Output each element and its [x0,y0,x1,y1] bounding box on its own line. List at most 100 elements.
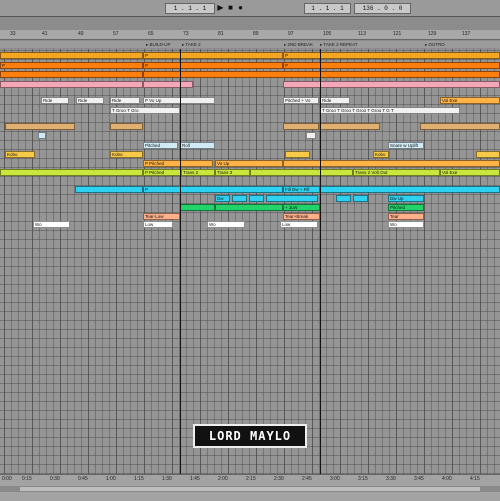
clip-orange-row[interactable] [0,71,143,78]
clip-lime[interactable] [0,169,143,176]
ruler-number: 105 [323,31,332,37]
clip-cyan-small[interactable] [353,195,368,202]
clip[interactable]: Ride [76,97,104,104]
locator[interactable]: ▸ BUILD-UP [146,41,171,48]
clip-cyan-small[interactable] [266,195,318,202]
clip-lime[interactable] [250,169,353,176]
clip-orange-row[interactable] [143,71,500,78]
time-label: 1:45 [190,476,200,482]
clip[interactable]: T Groo T Gro [110,107,180,114]
clip[interactable]: Kobo [373,151,389,158]
clip[interactable]: + JLW [283,204,320,211]
clip-cyan[interactable] [75,186,143,193]
clip-tan[interactable] [5,123,75,130]
clip[interactable] [0,52,143,59]
clip[interactable]: Roll [180,142,215,149]
locator[interactable]: ▸ TAKE 2 [182,41,201,48]
clip-tan[interactable] [110,123,143,130]
clip[interactable]: Tear [388,213,424,220]
clip-pink[interactable] [0,81,143,88]
clip-pink[interactable] [143,81,193,88]
horizontal-scrollbar[interactable] [0,486,500,492]
clip[interactable]: Vol Exe [440,97,500,104]
clip[interactable]: P Vo Up [143,97,215,104]
clip[interactable]: Ride [320,97,350,104]
track-separator [0,419,500,420]
scrollbar-thumb[interactable] [20,487,480,491]
clip[interactable]: Kobo [5,151,35,158]
arrangement-position-field[interactable]: 1 . 1 . 1 [165,3,215,14]
clip[interactable]: P [283,52,500,59]
clip[interactable]: Wo [33,221,70,228]
play-icon[interactable]: ▶ [216,3,225,12]
clip[interactable]: T Groo T Groo T Groo T Groo T G T [320,107,460,114]
locator[interactable]: ▸ TAKE 2 REPEAT [320,41,358,48]
ruler-number: 33 [10,31,16,37]
clip-pink[interactable] [283,81,500,88]
track-separator [0,257,500,258]
clip[interactable]: Fill Dw + Fill [283,186,320,193]
clip[interactable]: Trans 2 Volt Out [353,169,440,176]
ruler-number: 57 [113,31,119,37]
clip[interactable]: Trans 2 [181,169,215,176]
ruler-number: 113 [358,31,366,37]
clip-orange-2[interactable] [283,160,500,167]
beat-ruler[interactable]: 33 41 49 57 65 73 81 89 97 105 113 121 1… [0,30,500,40]
clip-cyan-small[interactable] [232,195,247,202]
clip[interactable]: Dw Up [388,195,424,202]
clip-tan[interactable] [283,123,319,130]
clip[interactable]: P [0,62,143,69]
clip[interactable]: Pitched [143,142,178,149]
clip[interactable]: Snare w Uplift [388,142,424,149]
clip-cyan-small[interactable] [249,195,264,202]
stop-icon[interactable]: ■ [226,3,235,12]
clip-small[interactable] [306,132,316,139]
clip[interactable]: P Pitched [143,169,181,176]
clip[interactable]: Wo [388,221,424,228]
arrangement-view[interactable]: P P P P P Ride Ride Ride P Vo Up Pitched… [0,49,500,474]
clip[interactable]: P [143,186,283,193]
ruler-number: 89 [253,31,259,37]
clip[interactable]: P [283,62,500,69]
clip[interactable]: Vo Up [215,160,283,167]
clip[interactable]: Low [143,221,173,228]
locator[interactable]: ▸ 2ND BREAK [284,41,313,48]
clip-kobo[interactable] [476,151,500,158]
clip[interactable]: P [143,52,283,59]
locator[interactable]: ▸ OUTRO [425,41,445,48]
clip[interactable]: Wo [207,221,245,228]
clip[interactable]: Pitched + Vo [283,97,319,104]
time-label: 2:45 [302,476,312,482]
clip[interactable]: Pitched [388,204,424,211]
loop-length-field[interactable]: 136 . 0 . 0 [354,3,411,14]
ruler-number: 81 [218,31,224,37]
clip[interactable]: Ride [110,97,140,104]
clip[interactable]: Low [280,221,318,228]
loop-start-field[interactable]: 1 . 1 . 1 [304,3,351,14]
clip-green[interactable] [180,204,215,211]
clip[interactable]: Trans 3 [215,169,250,176]
track-separator [0,293,500,294]
locator-row: ▸ BUILD-UP ▸ TAKE 2 ▸ 2ND BREAK ▸ TAKE 2… [0,41,500,48]
clip[interactable]: Dw [215,195,230,202]
clip-green[interactable] [215,204,283,211]
clip[interactable]: Tear+Break [283,213,320,220]
track-separator [0,248,500,249]
record-icon[interactable]: ● [236,3,245,12]
clip[interactable]: Ride [41,97,69,104]
track-separator [0,275,500,276]
clip-tan[interactable] [320,123,380,130]
clip[interactable]: P Pitched [143,160,213,167]
time-label: 4:15 [470,476,480,482]
clip-cyan[interactable] [320,186,500,193]
clip[interactable]: Tear-Low [143,213,180,220]
clip[interactable]: Vol Exe [440,169,500,176]
clip-kobo[interactable] [285,151,310,158]
clip-cyan-small[interactable] [336,195,351,202]
playhead[interactable] [320,49,321,474]
clip[interactable]: P [143,62,283,69]
clip-tan[interactable] [420,123,500,130]
clip[interactable]: Kobo [110,151,143,158]
clip-small[interactable] [38,132,46,139]
track-separator [0,392,500,393]
